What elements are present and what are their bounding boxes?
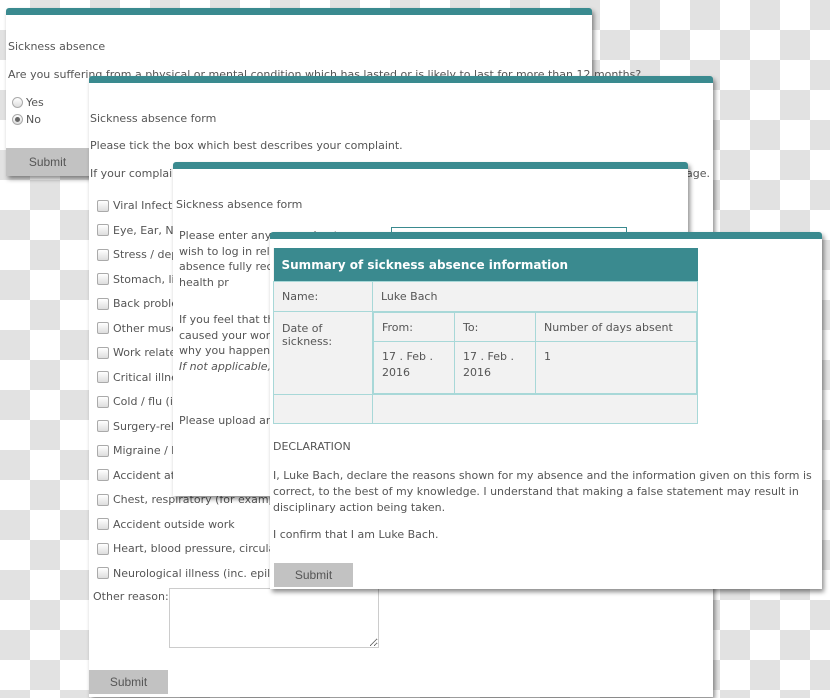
checkbox-icon[interactable] bbox=[97, 346, 109, 359]
date-table: From: To: Number of days absent 17 . Feb… bbox=[373, 312, 697, 394]
submit-button[interactable]: Submit bbox=[274, 563, 353, 587]
complaint-checkbox-item[interactable]: Neurological illness (inc. epilepsy bbox=[97, 567, 296, 580]
checkbox-icon[interactable] bbox=[97, 493, 109, 506]
dialog-title: Sickness absence bbox=[8, 40, 106, 53]
instruction-end: age. bbox=[686, 167, 710, 180]
to-label: To: bbox=[454, 312, 536, 342]
summary-dialog: Summary of sickness absence information … bbox=[270, 232, 822, 589]
checkbox-icon[interactable] bbox=[97, 518, 109, 530]
radio-label: No bbox=[26, 113, 41, 126]
submit-button[interactable]: Submit bbox=[6, 148, 89, 176]
confirm-text: I confirm that I am Luke Bach. bbox=[273, 528, 439, 541]
radio-checked-icon[interactable] bbox=[12, 114, 23, 125]
radio-no[interactable]: No bbox=[12, 113, 41, 126]
radio-unchecked-icon[interactable] bbox=[12, 97, 23, 108]
complaint-checkbox-item[interactable]: Heart, blood pressure, circulation bbox=[97, 542, 296, 555]
summary-title: Summary of sickness absence information bbox=[273, 248, 698, 282]
radio-label: Yes bbox=[26, 96, 44, 109]
checkbox-icon[interactable] bbox=[97, 248, 109, 261]
dialog-title: Sickness absence form bbox=[176, 198, 303, 211]
checkbox-icon[interactable] bbox=[97, 199, 109, 212]
other-reason-label: Other reason: bbox=[93, 590, 169, 603]
declaration-text: I, Luke Bach, declare the reasons shown … bbox=[273, 469, 812, 514]
checkbox-icon[interactable] bbox=[97, 542, 109, 555]
name-label: Name: bbox=[273, 281, 373, 312]
checkbox-icon[interactable] bbox=[97, 322, 109, 334]
checkbox-icon[interactable] bbox=[97, 444, 109, 457]
complaint-checkbox-item[interactable]: Accident outside work bbox=[97, 518, 235, 531]
date-cell: From: To: Number of days absent 17 . Feb… bbox=[372, 311, 698, 395]
checkbox-icon[interactable] bbox=[97, 469, 109, 481]
work-cause-hint: If not applicable, p bbox=[179, 359, 282, 373]
checkbox-icon[interactable] bbox=[97, 273, 109, 285]
checkbox-icon[interactable] bbox=[97, 224, 109, 236]
empty-cell bbox=[273, 394, 373, 424]
other-reason-input[interactable] bbox=[169, 588, 379, 648]
declaration-title: DECLARATION bbox=[273, 440, 351, 453]
radio-yes[interactable]: Yes bbox=[12, 96, 44, 109]
checkbox-icon[interactable] bbox=[97, 297, 109, 310]
to-value: 17 . Feb . 2016 bbox=[454, 341, 536, 394]
checkbox-icon[interactable] bbox=[97, 395, 109, 408]
submit-button[interactable]: Submit bbox=[89, 670, 168, 694]
from-value: 17 . Feb . 2016 bbox=[373, 341, 455, 394]
days-label: Number of days absent bbox=[535, 312, 697, 342]
dialog-title: Sickness absence form bbox=[90, 112, 217, 125]
checkbox-label: Neurological illness (inc. epilepsy bbox=[113, 566, 297, 580]
instruction-text: Please tick the box which best describes… bbox=[90, 139, 403, 152]
empty-cell bbox=[372, 394, 698, 424]
checkbox-label: Accident outside work bbox=[113, 517, 235, 531]
instruction-start: If your complaint bbox=[90, 167, 184, 180]
checkbox-icon[interactable] bbox=[97, 567, 109, 579]
checkbox-icon[interactable] bbox=[97, 371, 109, 383]
name-value: Luke Bach bbox=[372, 281, 698, 312]
summary-table: Summary of sickness absence information … bbox=[273, 248, 698, 424]
from-label: From: bbox=[373, 312, 455, 342]
date-label: Date of sickness: bbox=[273, 311, 373, 395]
days-value: 1 bbox=[535, 341, 697, 394]
checkbox-label: Heart, blood pressure, circulation bbox=[113, 542, 297, 555]
checkbox-icon[interactable] bbox=[97, 420, 109, 432]
complaint-checkbox-item[interactable]: Work related bbox=[97, 346, 183, 359]
